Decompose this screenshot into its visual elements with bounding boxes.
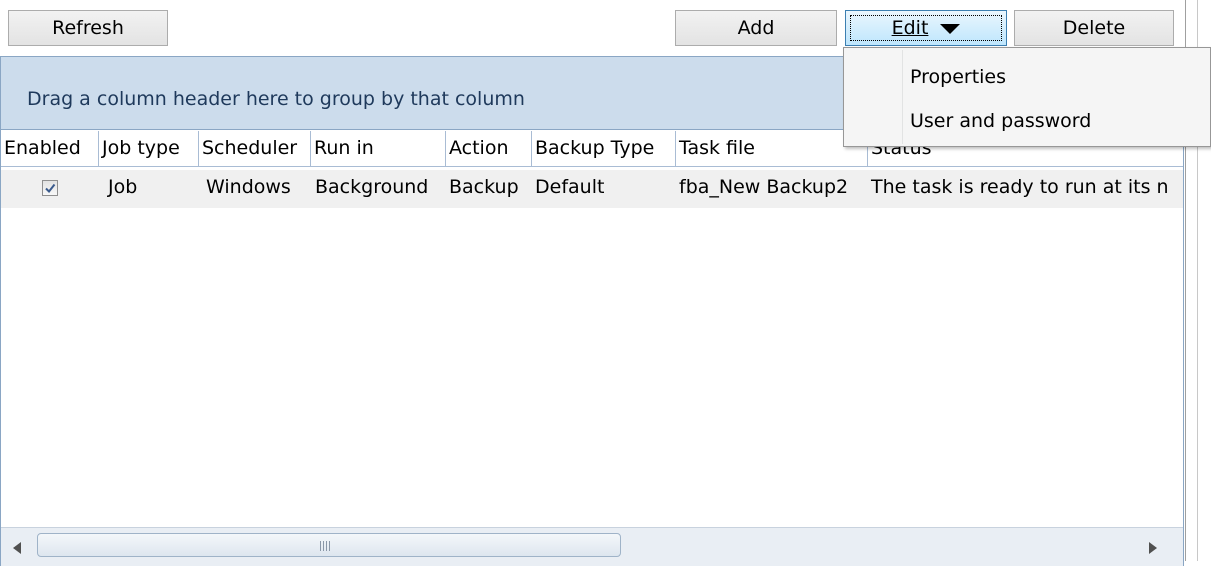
- table-row[interactable]: Job Windows Background Backup Default fb…: [1, 170, 1183, 208]
- column-header-job-type[interactable]: Job type: [99, 131, 199, 167]
- grip-icon: [320, 541, 332, 551]
- column-header-backup-type[interactable]: Backup Type: [532, 131, 676, 167]
- scheduler-cell: Windows: [206, 176, 291, 198]
- delete-button[interactable]: Delete: [1014, 10, 1174, 46]
- scrollbar-thumb[interactable]: [37, 533, 621, 557]
- status-cell: The task is ready to run at its n: [871, 176, 1169, 198]
- add-button-label: Add: [737, 17, 775, 39]
- column-header-task-file[interactable]: Task file: [676, 131, 868, 167]
- column-header-action[interactable]: Action: [446, 131, 532, 167]
- edit-button-label: Edit: [891, 17, 929, 39]
- horizontal-scrollbar[interactable]: [1, 527, 1183, 566]
- edit-dropdown-menu: Properties User and password: [843, 47, 1211, 147]
- task-file-cell: fba_New Backup2: [679, 176, 849, 198]
- job-type-cell: Job: [108, 176, 138, 198]
- menu-item-properties[interactable]: Properties: [910, 66, 1006, 88]
- run-in-cell: Background: [315, 176, 429, 198]
- refresh-button-label: Refresh: [52, 17, 124, 39]
- menu-item-user-and-password[interactable]: User and password: [910, 110, 1091, 132]
- backup-type-cell: Default: [535, 176, 605, 198]
- column-header-enabled[interactable]: Enabled: [1, 131, 99, 167]
- menu-icon-column-divider: [902, 50, 903, 144]
- edit-dropdown-button[interactable]: Edit: [845, 10, 1007, 46]
- group-by-hint: Drag a column header here to group by th…: [27, 88, 525, 110]
- triangle-down-icon: [940, 24, 961, 34]
- refresh-button[interactable]: Refresh: [8, 10, 168, 46]
- delete-button-label: Delete: [1062, 17, 1126, 39]
- triangle-left-icon[interactable]: [13, 542, 21, 554]
- triangle-right-icon[interactable]: [1149, 542, 1157, 554]
- column-header-scheduler[interactable]: Scheduler: [199, 131, 311, 167]
- column-header-run-in[interactable]: Run in: [311, 131, 446, 167]
- enabled-checkbox[interactable]: [42, 180, 58, 196]
- add-button[interactable]: Add: [675, 10, 837, 46]
- action-cell: Backup: [449, 176, 519, 198]
- enabled-cell: [1, 170, 99, 208]
- checkmark-icon: [45, 183, 56, 194]
